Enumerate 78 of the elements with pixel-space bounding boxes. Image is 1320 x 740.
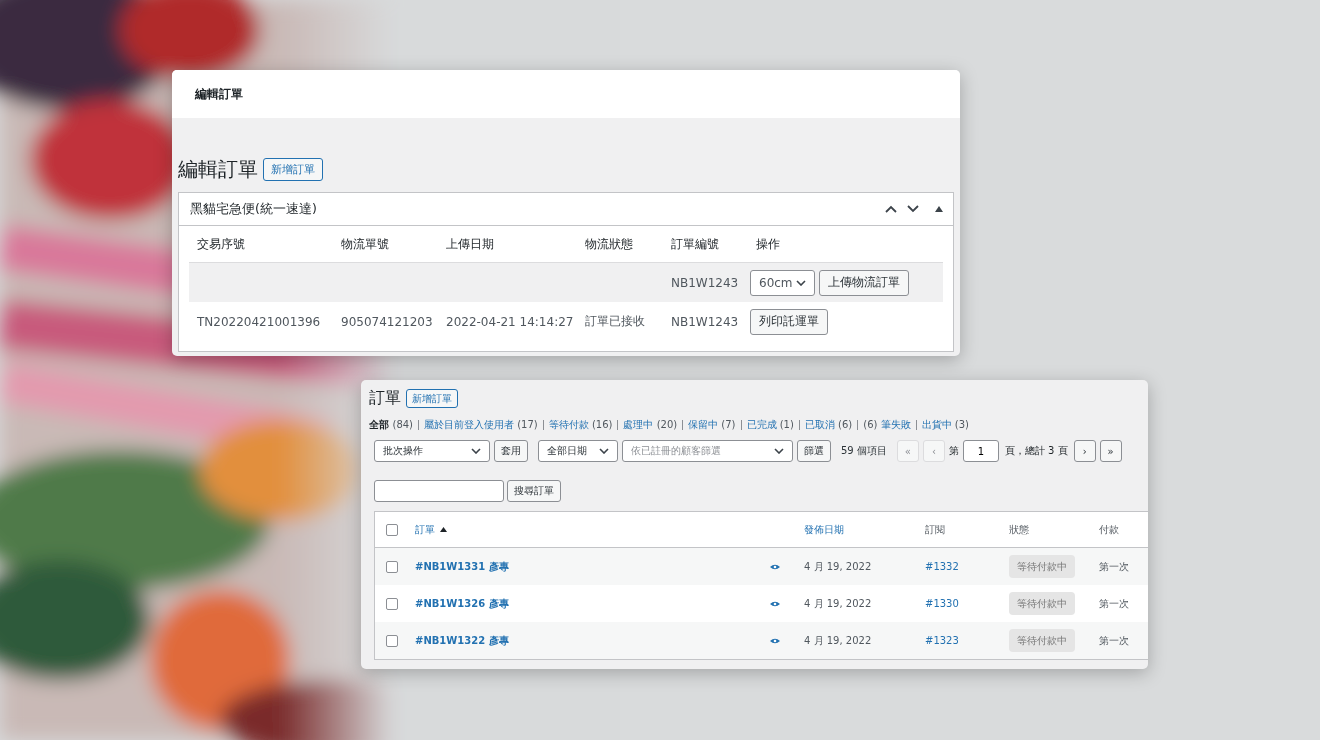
chevron-down-icon (796, 279, 806, 286)
order-link[interactable]: #NB1W1331 彥專 (415, 560, 509, 572)
table-cell-text: NB1W1243 (670, 314, 740, 329)
date-select[interactable]: 全部日期 (538, 440, 618, 462)
table-cell-text: 訂單已接收 (584, 313, 646, 330)
customer-select[interactable]: 依已註冊的顧客篩選 (622, 440, 793, 462)
page-title: 編輯訂單 (195, 85, 243, 103)
size-select[interactable]: 60cm (750, 269, 815, 296)
add-order-button[interactable]: 新增訂單 (263, 158, 323, 181)
column-header: 訂單編號 (670, 235, 720, 253)
table-cell-text: NB1W1243 (670, 275, 740, 290)
checkbox[interactable] (386, 523, 398, 536)
payment-cell-text: 第一次 (1099, 559, 1130, 574)
page-field[interactable]: 1 (962, 440, 999, 462)
column-header-link[interactable]: 發佈日期 (804, 522, 925, 537)
subscription-link[interactable]: #1323 (925, 635, 959, 646)
table-cell-text: 2022-04-21 14:14:27 (445, 314, 575, 329)
column-header: 上傳日期 (445, 235, 495, 253)
eye-icon[interactable] (770, 601, 780, 607)
sort-up-icon (440, 527, 447, 532)
payment-cell-text: 第一次 (1099, 633, 1130, 648)
eye-icon[interactable] (770, 638, 780, 644)
action-button[interactable]: 列印託運單 (750, 308, 828, 335)
checkbox[interactable] (386, 560, 398, 573)
date-cell-text: 4 月 19, 2022 (804, 596, 873, 611)
action-button[interactable]: 上傳物流訂單 (819, 269, 909, 296)
column-header: 狀態 (1009, 522, 1030, 537)
triangle-up-icon[interactable] (935, 206, 943, 212)
status-filter-link[interactable]: (6) 筆失敗 (863, 418, 911, 432)
page-heading: 訂單 (369, 388, 401, 409)
apply-button[interactable]: 套用 (494, 440, 528, 462)
checkbox[interactable] (386, 634, 398, 647)
subscription-link[interactable]: #1332 (925, 561, 959, 572)
status-filter-link[interactable]: 等待付款 (16) (548, 418, 613, 432)
chevron-down-icon (471, 448, 481, 454)
items-count: 59 個項目 (841, 444, 887, 458)
status-filter-link[interactable]: 處理中 (20) (623, 418, 678, 432)
chevron-up-icon[interactable] (885, 205, 897, 213)
status-badge: 等待付款中 (1009, 555, 1075, 578)
page-label: 第 (948, 444, 959, 458)
box-title: 黑貓宅急便(統一速達) (190, 200, 318, 218)
status-badge: 等待付款中 (1009, 592, 1075, 615)
chevron-down-icon (774, 448, 784, 454)
status-filter-link[interactable]: 出貨中 (3) (921, 418, 969, 432)
eye-icon[interactable] (770, 564, 780, 570)
status-filter-link[interactable]: 屬於目前登入使用者 (17) (424, 418, 538, 432)
order-link[interactable]: #NB1W1322 彥專 (415, 634, 509, 646)
page-button[interactable]: › (1073, 440, 1096, 462)
status-filter-link[interactable]: 全部 (84) (369, 418, 413, 432)
search-button[interactable]: 搜尋訂單 (507, 480, 561, 502)
date-cell-text: 4 月 19, 2022 (804, 559, 873, 574)
page-total: 頁，總計 3 頁 (1004, 444, 1068, 458)
page-button[interactable]: » (1099, 440, 1122, 462)
payment-cell-text: 第一次 (1099, 596, 1130, 611)
chevron-down-icon[interactable] (907, 205, 919, 213)
search-field[interactable] (374, 480, 504, 502)
column-header: 訂閱 (925, 522, 946, 537)
column-header: 物流單號 (340, 235, 390, 253)
column-header-link[interactable]: 訂單 (415, 522, 770, 537)
table-cell-text: TN20220421001396 (196, 314, 322, 329)
table-cell-text: 905074121203 (340, 314, 434, 329)
status-filter-link[interactable]: 已取消 (6) (804, 418, 853, 432)
filter-button[interactable]: 篩選 (797, 440, 831, 462)
column-header: 付款 (1099, 522, 1120, 537)
add-order-button[interactable]: 新增訂單 (406, 389, 458, 408)
column-header: 物流狀態 (584, 235, 634, 253)
status-filter-link[interactable]: 保留中 (7) (688, 418, 736, 432)
column-header: 操作 (755, 235, 781, 253)
column-header: 交易序號 (196, 235, 246, 253)
subscription-link[interactable]: #1330 (925, 598, 959, 609)
status-badge: 等待付款中 (1009, 629, 1075, 652)
chevron-down-icon (599, 448, 609, 454)
status-filter-link[interactable]: 已完成 (1) (746, 418, 794, 432)
checkbox[interactable] (386, 597, 398, 610)
bulk-action-select[interactable]: 批次操作 (374, 440, 490, 462)
order-link[interactable]: #NB1W1326 彥專 (415, 597, 509, 609)
page-heading: 編輯訂單 (178, 156, 258, 183)
date-cell-text: 4 月 19, 2022 (804, 633, 873, 648)
